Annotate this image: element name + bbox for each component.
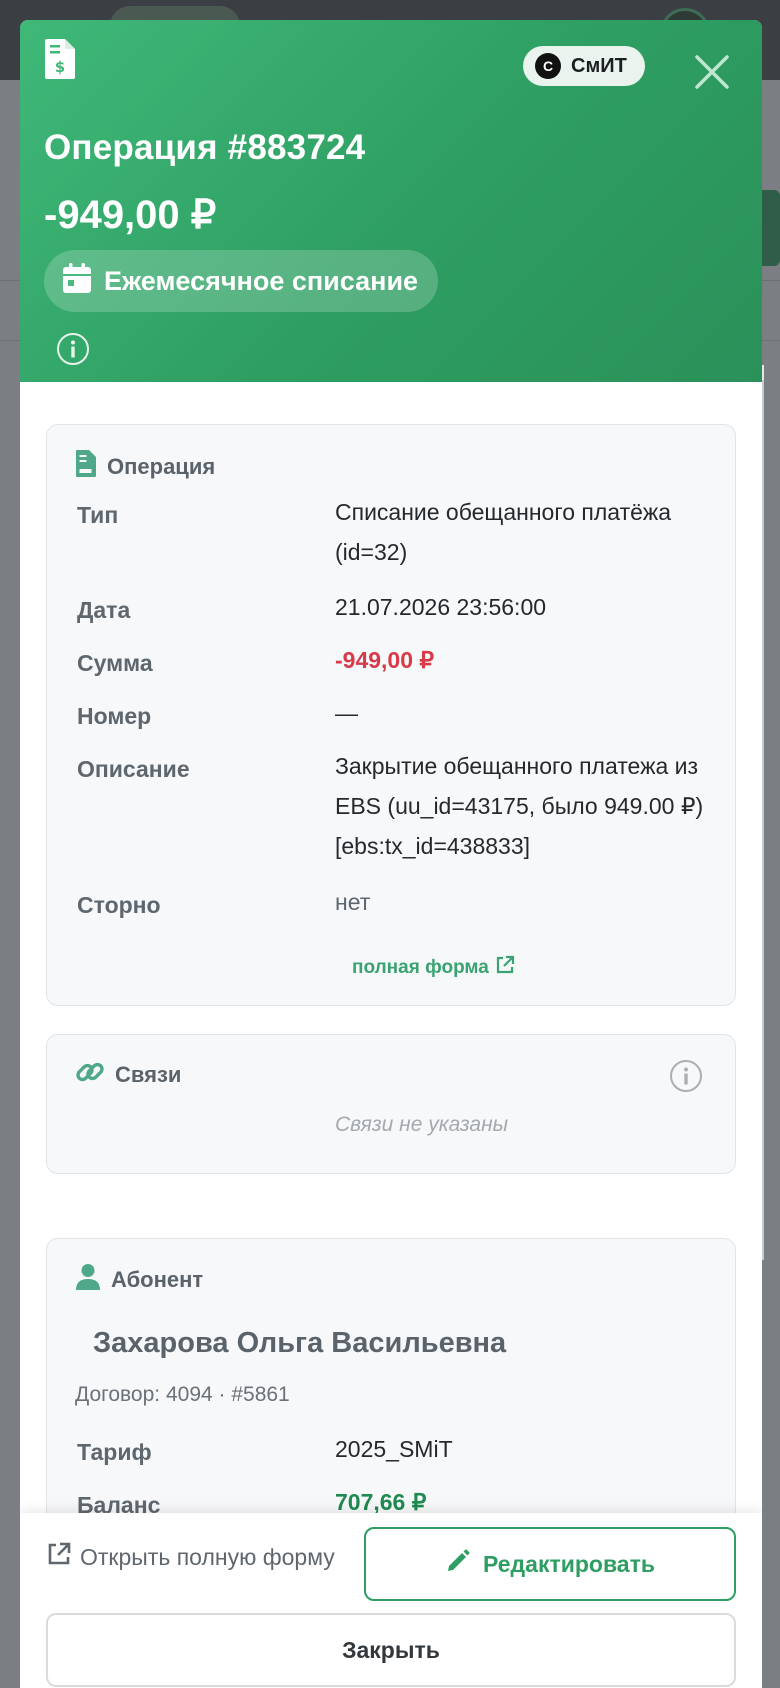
calendar-icon bbox=[62, 262, 92, 301]
field-label-date: Дата bbox=[77, 597, 131, 623]
field-value-tariff: 2025_SMiT bbox=[335, 1436, 453, 1462]
field-value-type: Списание обещанного платёжа (id=32) bbox=[335, 499, 672, 565]
field-label-storno: Сторно bbox=[77, 892, 161, 918]
subscriber-name: Захарова Ольга Васильевна bbox=[93, 1327, 507, 1359]
subscriber-card: Абонент Захарова Ольга Васильевна Догово… bbox=[46, 1238, 736, 1530]
svg-text:$: $ bbox=[55, 58, 65, 76]
monthly-charge-badge: Ежемесячное списание bbox=[44, 250, 439, 312]
invoice-dollar-icon: $ bbox=[44, 38, 76, 84]
subscriber-card-label: Абонент bbox=[111, 1267, 204, 1292]
user-icon bbox=[75, 1263, 101, 1297]
pencil-icon bbox=[445, 1548, 471, 1580]
page-title: Операция #883724 bbox=[44, 128, 366, 167]
edit-button[interactable]: Редактировать bbox=[364, 1527, 736, 1601]
close-button[interactable]: Закрыть bbox=[46, 1613, 736, 1687]
close-icon[interactable] bbox=[692, 52, 732, 92]
external-link-icon bbox=[495, 955, 515, 981]
full-form-link-label: полная форма bbox=[352, 957, 489, 978]
open-full-form-label: Открыть полную форму bbox=[80, 1543, 335, 1570]
operation-amount: -949,00 ₽ bbox=[44, 193, 217, 237]
links-card-title: Связи bbox=[75, 1057, 181, 1093]
links-info-icon[interactable] bbox=[669, 1059, 703, 1097]
monthly-charge-label: Ежемесячное списание bbox=[104, 265, 419, 296]
close-button-label: Закрыть bbox=[342, 1636, 440, 1663]
field-label-description: Описание bbox=[77, 756, 190, 782]
field-label-number: Номер bbox=[77, 703, 152, 729]
subscriber-card-title: Абонент bbox=[75, 1263, 203, 1297]
operation-card-title: Операция bbox=[75, 449, 215, 484]
links-card: Связи Связи не указаны bbox=[46, 1034, 736, 1174]
field-label-tariff: Тариф bbox=[77, 1439, 152, 1465]
provider-logo: С bbox=[535, 53, 561, 79]
link-chain-icon bbox=[75, 1057, 105, 1093]
field-label-amount: Сумма bbox=[77, 650, 153, 676]
field-value-amount: -949,00 ₽ bbox=[335, 647, 435, 673]
links-empty-message: Связи не указаны bbox=[335, 1113, 509, 1136]
provider-badge-label: СмИТ bbox=[571, 54, 627, 77]
provider-badge: С СмИТ bbox=[523, 46, 645, 86]
modal-footer: Открыть полную форму Редактировать Закры… bbox=[20, 1513, 762, 1688]
field-value-number: — bbox=[335, 700, 358, 726]
field-value-date: 21.07.2026 23:56:00 bbox=[335, 594, 547, 620]
modal-content: Операция Тип Списание обещанного платёжа… bbox=[20, 382, 762, 1530]
full-form-link[interactable]: полная форма bbox=[352, 955, 515, 981]
field-label-type: Тип bbox=[77, 502, 119, 528]
links-card-label: Связи bbox=[115, 1062, 182, 1087]
external-link-icon bbox=[46, 1541, 72, 1573]
edit-button-label: Редактировать bbox=[483, 1550, 655, 1577]
subscriber-contract: Договор: 4094 · #5861 bbox=[75, 1383, 290, 1406]
open-full-form-link[interactable]: Открыть полную форму bbox=[46, 1541, 335, 1573]
document-icon bbox=[75, 449, 97, 484]
modal-header: $ С СмИТ Операция #883724 -949,00 ₽ Ежем… bbox=[20, 20, 762, 382]
field-value-description: Закрытие обещанного платежа из EBS (uu_i… bbox=[335, 753, 704, 859]
info-icon[interactable] bbox=[56, 332, 90, 370]
field-value-storno: нет bbox=[335, 889, 371, 915]
operation-card-label: Операция bbox=[107, 453, 216, 479]
operation-card: Операция Тип Списание обещанного платёжа… bbox=[46, 424, 736, 1006]
operation-modal: $ С СмИТ Операция #883724 -949,00 ₽ Ежем… bbox=[20, 20, 762, 1688]
